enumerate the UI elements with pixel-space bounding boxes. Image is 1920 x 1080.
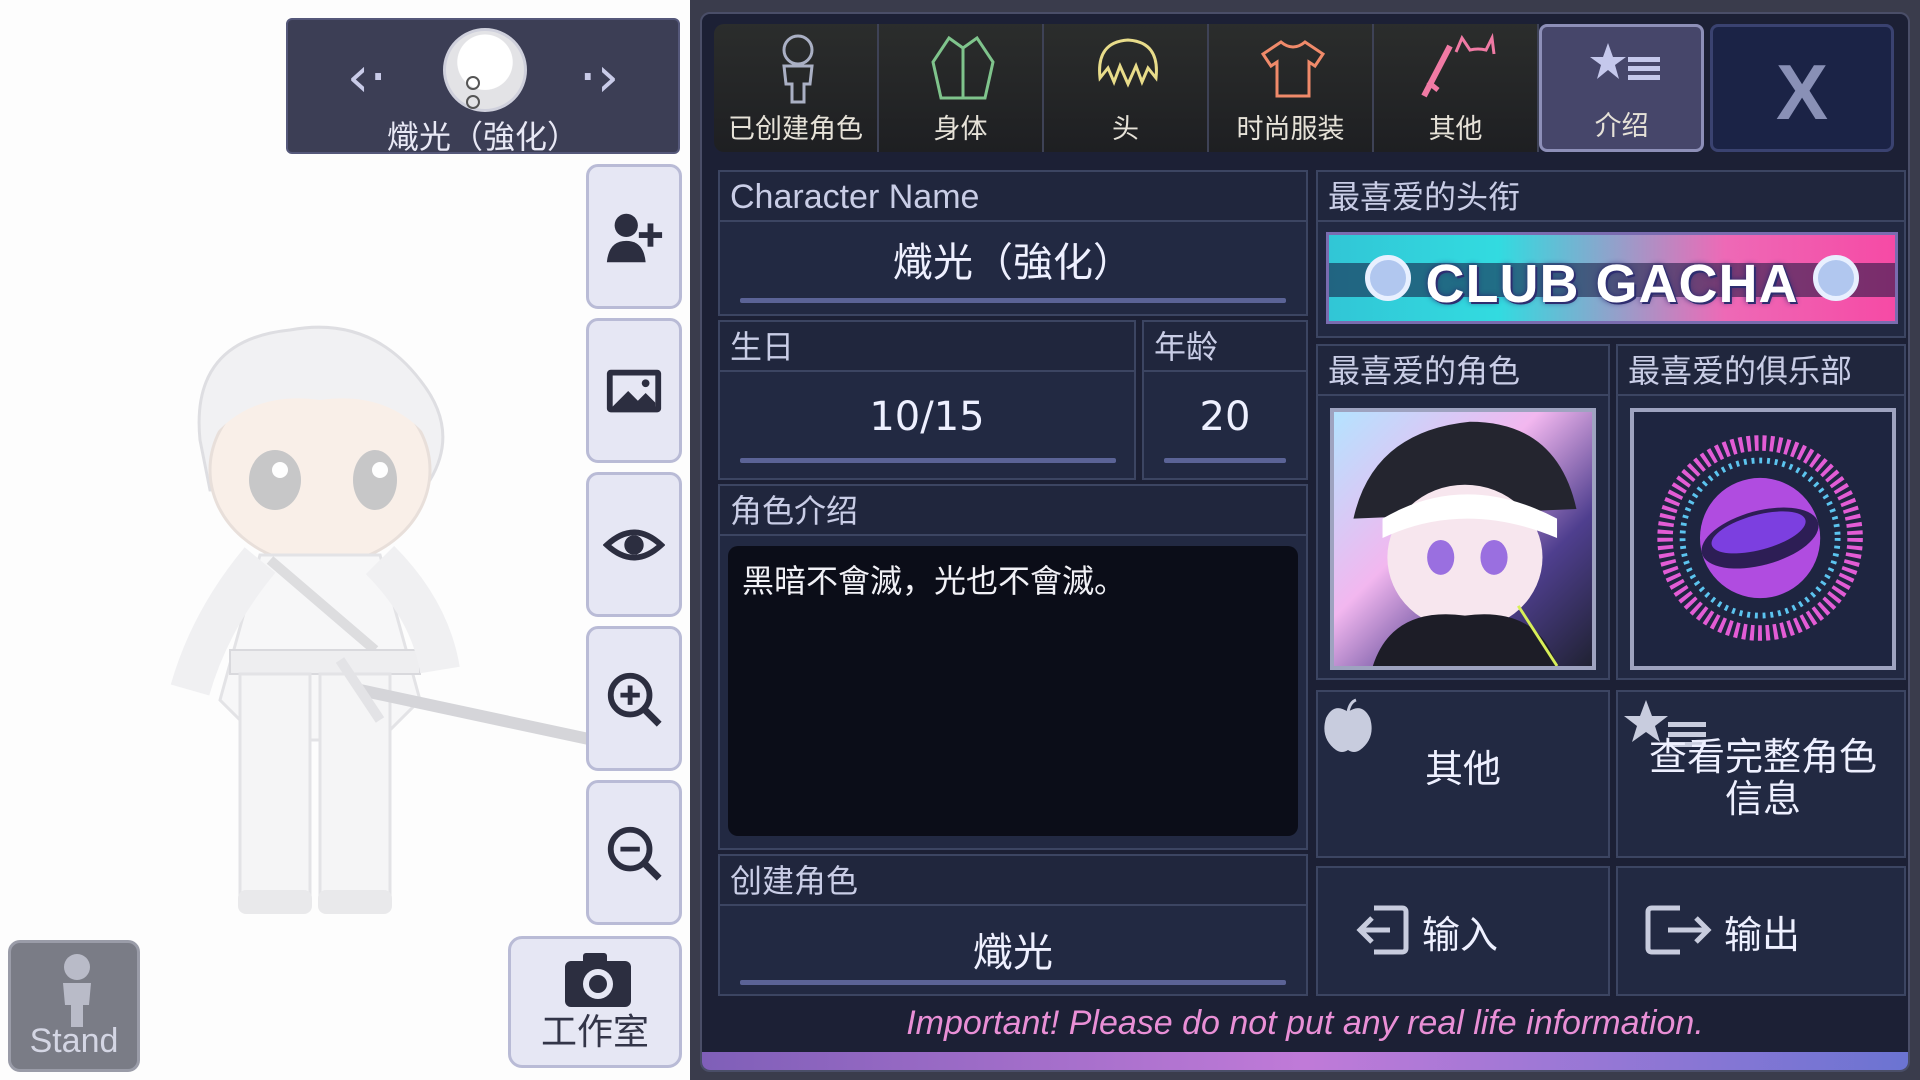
zoom-in-icon <box>607 672 662 727</box>
birthday-section: 生日 10/15 <box>718 320 1136 480</box>
favorite-club-section: 最喜爱的俱乐部 <box>1616 344 1906 680</box>
age-section: 年龄 20 <box>1142 320 1308 480</box>
next-character-arrow-icon[interactable]: ·› <box>564 48 634 108</box>
character-avatar[interactable] <box>443 28 527 112</box>
character-name-header: Character Name <box>720 172 1306 222</box>
import-icon <box>1356 905 1409 955</box>
import-label: 输入 <box>1422 913 1499 957</box>
privacy-warning: Important! Please do not put any real li… <box>906 1004 1704 1042</box>
tab-fashion[interactable]: 时尚服装 <box>1209 24 1375 152</box>
bio-textarea[interactable]: 黑暗不會滅，光也不會滅。 <box>728 546 1298 836</box>
studio-button[interactable]: 工作室 <box>508 936 682 1068</box>
add-user-icon <box>606 213 663 262</box>
character-selector: ‹· ·› 熾光（強化） <box>286 18 680 156</box>
club-emblem-icon <box>1657 435 1863 641</box>
age-field[interactable]: 20 <box>1144 394 1306 440</box>
tab-label: 已创建角色 <box>728 114 863 145</box>
zoom-in-button[interactable] <box>586 626 682 771</box>
zoom-out-button[interactable] <box>586 780 682 925</box>
category-tab-bar: 已创建角色 身体 头 时尚服装 其他 介绍 X <box>714 24 1894 152</box>
visibility-button[interactable] <box>586 472 682 617</box>
age-header: 年龄 <box>1144 322 1306 372</box>
birthday-field[interactable]: 10/15 <box>720 394 1134 440</box>
add-character-button[interactable] <box>586 164 682 309</box>
birthday-underline <box>740 458 1116 463</box>
background-button[interactable] <box>586 318 682 463</box>
bottom-accent-bar <box>702 1052 1908 1070</box>
previous-character-arrow-icon[interactable]: ‹· <box>332 48 402 108</box>
close-icon: X <box>1776 48 1829 136</box>
profile-panel: 已创建角色 身体 头 时尚服装 其他 介绍 X Character Name 熾… <box>690 0 1920 1080</box>
view-full-info-label: 查看完整角色信息 <box>1648 735 1877 821</box>
creator-section: 创建角色 熾光 <box>718 854 1308 996</box>
creator-underline <box>740 980 1286 985</box>
character-stage[interactable]: ‹· ·› 熾光（強化） Stand 工作室 <box>0 0 690 1080</box>
export-label: 输出 <box>1724 913 1801 957</box>
stand-figure-icon <box>63 954 91 1027</box>
tab-head[interactable]: 头 <box>1044 24 1210 152</box>
export-button[interactable]: 输出 <box>1616 866 1906 996</box>
character-name-section: Character Name 熾光（強化） <box>718 170 1308 316</box>
export-icon <box>1645 905 1712 955</box>
tab-label: 身体 <box>933 114 988 145</box>
favorite-title-banner[interactable]: CLUB GACHA <box>1326 232 1898 324</box>
tab-created-characters[interactable]: 已创建角色 <box>714 24 880 152</box>
stand-label: Stand <box>29 1022 119 1060</box>
profile-panel-body: 已创建角色 身体 头 时尚服装 其他 介绍 X Character Name 熾… <box>700 12 1910 1072</box>
favorite-title-text: CLUB GACHA <box>1425 254 1799 314</box>
creator-field[interactable]: 熾光 <box>720 920 1306 978</box>
stand-pose-button[interactable]: Stand <box>8 940 140 1072</box>
tab-label: 介绍 <box>1594 111 1649 142</box>
tab-label: 时尚服装 <box>1236 114 1345 145</box>
name-field-underline <box>740 298 1286 303</box>
jacket-icon <box>931 35 995 100</box>
favorite-character-portrait[interactable] <box>1330 408 1596 670</box>
studio-label: 工作室 <box>540 1012 649 1053</box>
sword-cat-icon <box>1421 32 1496 98</box>
character-name-field[interactable]: 熾光（強化） <box>720 230 1306 288</box>
character-silhouette-icon <box>782 34 814 104</box>
character-figure[interactable] <box>130 320 650 940</box>
favorite-club-header: 最喜爱的俱乐部 <box>1618 346 1904 396</box>
star-list-icon <box>1590 43 1661 80</box>
view-full-info-button[interactable]: 查看完整角色信息 <box>1616 690 1906 858</box>
tab-profile[interactable]: 介绍 <box>1539 24 1705 152</box>
favorite-club-emblem[interactable] <box>1630 408 1896 670</box>
bio-header: 角色介绍 <box>720 486 1306 536</box>
side-toolbar <box>586 164 682 934</box>
tshirt-icon <box>1260 40 1326 98</box>
hair-icon <box>1098 38 1158 88</box>
camera-icon <box>565 953 631 1007</box>
selected-character-name: 熾光（強化） <box>386 118 579 156</box>
favorite-title-header: 最喜爱的头衔 <box>1318 172 1904 222</box>
close-button[interactable]: X <box>1710 24 1894 152</box>
other-label: 其他 <box>1424 747 1501 791</box>
import-button[interactable]: 输入 <box>1316 866 1610 996</box>
favorite-character-header: 最喜爱的角色 <box>1318 346 1608 396</box>
age-underline <box>1164 458 1286 463</box>
zoom-out-icon <box>607 826 662 881</box>
background-image-icon <box>606 369 662 412</box>
tab-body[interactable]: 身体 <box>879 24 1045 152</box>
favorite-title-section: 最喜爱的头衔 CLUB GACHA <box>1316 170 1906 338</box>
tab-other[interactable]: 其他 <box>1374 24 1540 152</box>
tab-label: 头 <box>1112 114 1140 145</box>
birthday-header: 生日 <box>720 322 1134 372</box>
tab-label: 其他 <box>1428 114 1483 145</box>
other-button[interactable]: 其他 <box>1316 690 1610 858</box>
favorite-character-section: 最喜爱的角色 <box>1316 344 1610 680</box>
creator-header: 创建角色 <box>720 856 1306 906</box>
bio-section: 角色介绍 黑暗不會滅，光也不會滅。 <box>718 484 1308 850</box>
eye-icon <box>603 529 665 560</box>
